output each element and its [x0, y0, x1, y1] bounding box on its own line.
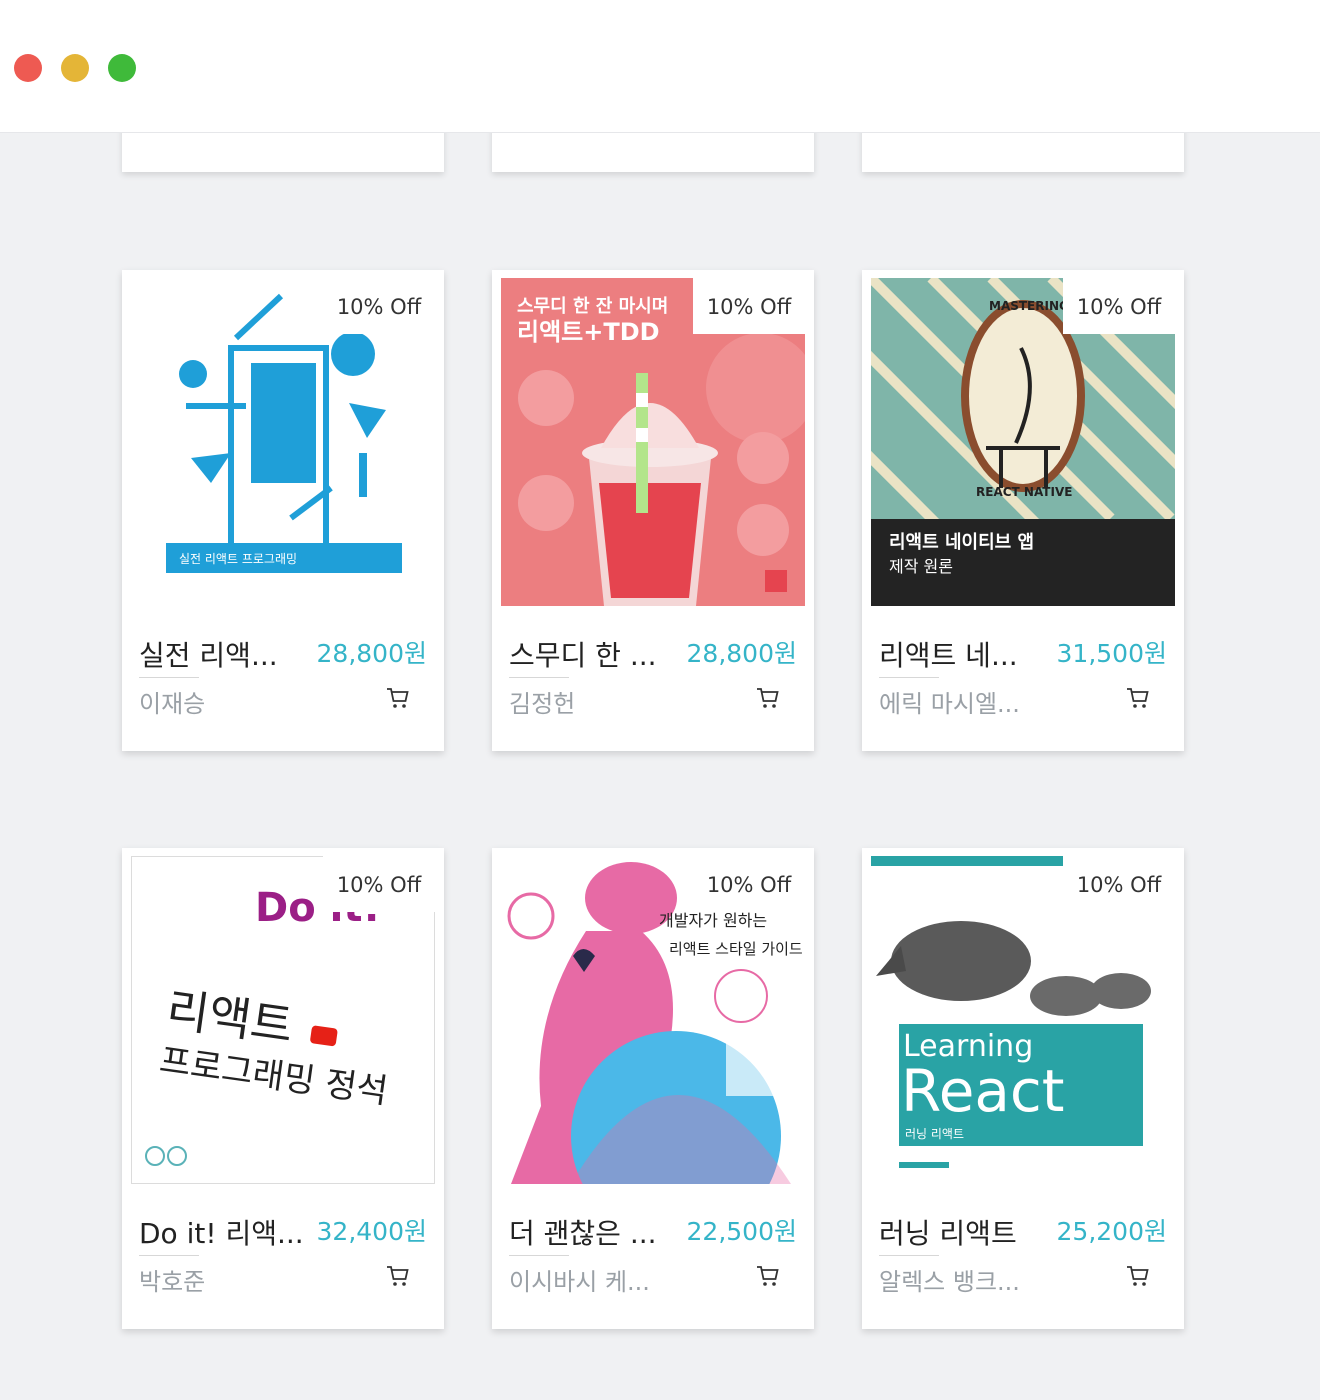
cover-text: 개발자가 원하는: [659, 911, 767, 930]
maximize-window-button[interactable]: [108, 54, 136, 82]
title-divider: [879, 677, 939, 678]
cart-icon[interactable]: [1126, 1264, 1150, 1288]
product-title[interactable]: 러닝 리액트: [879, 1212, 1017, 1252]
product-price: 28,800원: [686, 639, 797, 668]
title-divider: [139, 677, 199, 678]
product-title[interactable]: 실전 리액...: [139, 634, 278, 674]
product-price: 28,800원: [316, 639, 427, 668]
product-card[interactable]: 스무디 한 잔 마시며 리액트+TDD 10% Off 스무디 한 ... 28…: [492, 270, 814, 751]
product-card[interactable]: Learning React 러닝 리액트 10% Off 러닝 리액트 25,…: [862, 848, 1184, 1329]
product-title[interactable]: 리액트 네...: [879, 634, 1018, 674]
cover-subtitle-ko: 제작 원론: [889, 557, 953, 576]
product-price: 22,500원: [686, 1217, 797, 1246]
cart-icon[interactable]: [386, 1264, 410, 1288]
product-author: 에릭 마시엘...: [879, 690, 1020, 718]
product-price: 32,400원: [316, 1217, 427, 1246]
cover-subtitle: 리액트+TDD: [517, 318, 660, 346]
cover-subtitle: 리액트 스타일 가이드: [669, 940, 803, 958]
cover-text: MASTERING: [989, 299, 1069, 313]
cover-title: React: [901, 1057, 1065, 1125]
title-divider: [879, 1255, 939, 1256]
window-titlebar: [0, 0, 1320, 133]
product-author: 박호준: [139, 1268, 206, 1296]
cart-icon[interactable]: [756, 1264, 780, 1288]
product-title[interactable]: 스무디 한 ...: [509, 634, 657, 674]
product-author: 김정헌: [509, 690, 576, 718]
discount-badge: 10% Off: [693, 856, 805, 912]
cover-subtitle-ko: 러닝 리액트: [905, 1127, 964, 1141]
discount-badge: 10% Off: [323, 278, 435, 334]
product-author: 알렉스 뱅크...: [879, 1268, 1020, 1296]
cart-icon[interactable]: [756, 686, 780, 710]
minimize-window-button[interactable]: [61, 54, 89, 82]
product-price: 25,200원: [1056, 1217, 1167, 1246]
discount-badge: 10% Off: [1063, 856, 1175, 912]
title-divider: [139, 1255, 199, 1256]
discount-badge: 10% Off: [323, 856, 435, 912]
close-window-button[interactable]: [14, 54, 42, 82]
cover-text: 스무디 한 잔 마시며: [517, 296, 668, 317]
discount-badge: 10% Off: [693, 278, 805, 334]
cover-subtitle: REACT NATIVE: [976, 485, 1072, 499]
product-card[interactable]: Do it! 리액트 프로그래밍 정석 10% Off Do it! 리액...…: [122, 848, 444, 1329]
cart-icon[interactable]: [386, 686, 410, 710]
product-card[interactable]: 개발자가 원하는 리액트 스타일 가이드 10% Off 더 괜찮은 ... 2…: [492, 848, 814, 1329]
product-title[interactable]: 더 괜찮은 ...: [509, 1212, 657, 1252]
product-author: 이시바시 케...: [509, 1268, 650, 1296]
product-card[interactable]: MASTERING REACT NATIVE 리액트 네이티브 앱 제작 원론 …: [862, 270, 1184, 751]
product-author: 이재승: [139, 690, 206, 718]
product-title[interactable]: Do it! 리액...: [139, 1212, 304, 1252]
title-divider: [509, 1255, 569, 1256]
cover-title-ko: 리액트 네이티브 앱: [889, 532, 1034, 553]
product-price: 31,500원: [1056, 639, 1167, 668]
title-divider: [509, 677, 569, 678]
discount-badge: 10% Off: [1063, 278, 1175, 334]
cover-text: 실전 리액트 프로그래밍: [179, 552, 297, 566]
cart-icon[interactable]: [1126, 686, 1150, 710]
product-card[interactable]: 실전 리액트 프로그래밍 10% Off 실전 리액... 28,800원 이재…: [122, 270, 444, 751]
